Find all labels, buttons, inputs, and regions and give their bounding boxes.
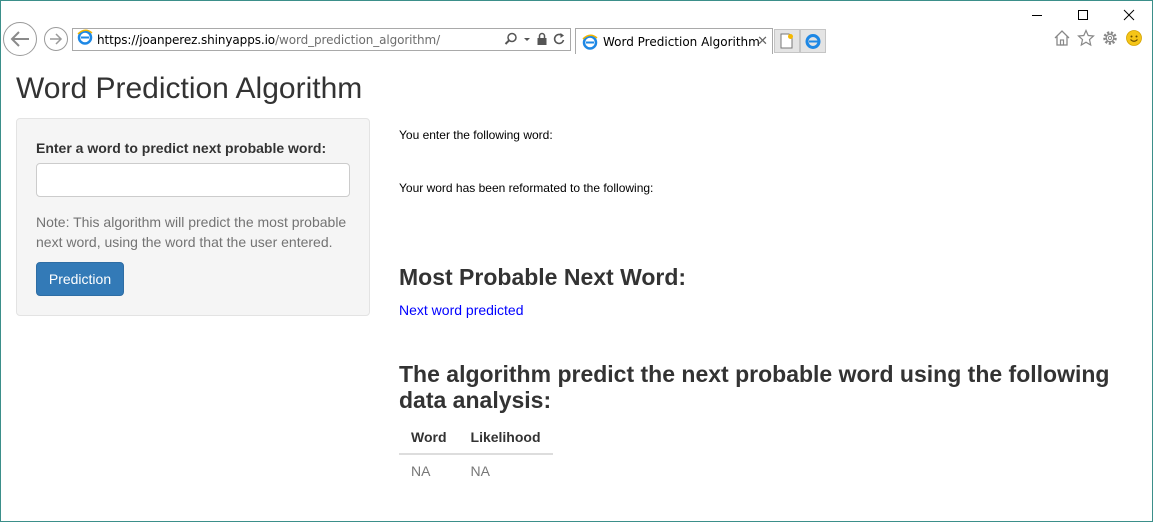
page-title: Word Prediction Algorithm: [16, 72, 363, 105]
url-prefix: https://: [97, 32, 140, 47]
browser-toolbar-right: [1053, 29, 1143, 47]
home-icon[interactable]: [1053, 29, 1071, 47]
favorites-star-icon[interactable]: [1077, 29, 1095, 47]
url-text: https://joanperez.shinyapps.io/word_pred…: [97, 33, 440, 47]
analysis-heading: The algorithm predict the next probable …: [399, 361, 1110, 413]
lock-icon[interactable]: [536, 32, 548, 51]
likelihood-table: Word Likelihood NA NA: [399, 423, 553, 487]
sidebar-panel: Enter a word to predict next probable wo…: [16, 118, 370, 316]
address-bar-icons: [504, 32, 566, 51]
settings-gear-icon[interactable]: [1101, 29, 1119, 47]
forward-button[interactable]: [44, 27, 68, 51]
minimize-icon[interactable]: [1014, 0, 1060, 30]
back-button[interactable]: [3, 22, 37, 56]
new-tab-button[interactable]: [774, 29, 800, 53]
tab-close-icon[interactable]: ✕: [757, 34, 768, 49]
tab-ie-icon: [582, 34, 598, 50]
table-header-row: Word Likelihood: [399, 423, 553, 455]
help-note: Note: This algorithm will predict the mo…: [36, 214, 347, 250]
ie-logo-icon: [77, 29, 93, 50]
forward-arrow-icon: [50, 33, 63, 45]
tab-word-prediction[interactable]: Word Prediction Algorithm ✕: [575, 28, 773, 54]
maximize-icon[interactable]: [1060, 0, 1106, 30]
reformatted-word-label: Your word has been reformated to the fol…: [399, 181, 654, 195]
search-icon[interactable]: [504, 32, 518, 51]
word-input-label: Enter a word to predict next probable wo…: [36, 140, 327, 156]
word-input[interactable]: [36, 163, 350, 197]
edge-logo-icon: [805, 34, 821, 49]
url-domain: joanperez.shinyapps.io: [139, 32, 276, 47]
new-tab-icon: [780, 33, 793, 49]
entered-word-label: You enter the following word:: [399, 128, 553, 142]
close-icon[interactable]: [1106, 0, 1152, 30]
next-word-output: Next word predicted: [399, 302, 524, 318]
column-header-likelihood: Likelihood: [458, 423, 553, 455]
table-cell-word: NA: [411, 463, 431, 479]
address-bar[interactable]: https://joanperez.shinyapps.io/word_pred…: [72, 28, 571, 51]
next-word-heading: Most Probable Next Word:: [399, 264, 687, 290]
column-header-word: Word: [399, 423, 459, 455]
url-path: /word_prediction_algorithm/: [275, 32, 441, 47]
table-cell-likelihood: NA: [470, 463, 490, 479]
refresh-icon[interactable]: [553, 32, 566, 51]
back-arrow-icon: [10, 31, 29, 47]
prediction-button[interactable]: Prediction: [36, 262, 124, 296]
edge-button[interactable]: [800, 29, 826, 53]
dropdown-arrow-icon[interactable]: [523, 32, 531, 51]
feedback-smiley-icon[interactable]: [1125, 29, 1143, 47]
table-row: NA NA: [399, 454, 553, 487]
tab-label: Word Prediction Algorithm: [603, 34, 760, 49]
